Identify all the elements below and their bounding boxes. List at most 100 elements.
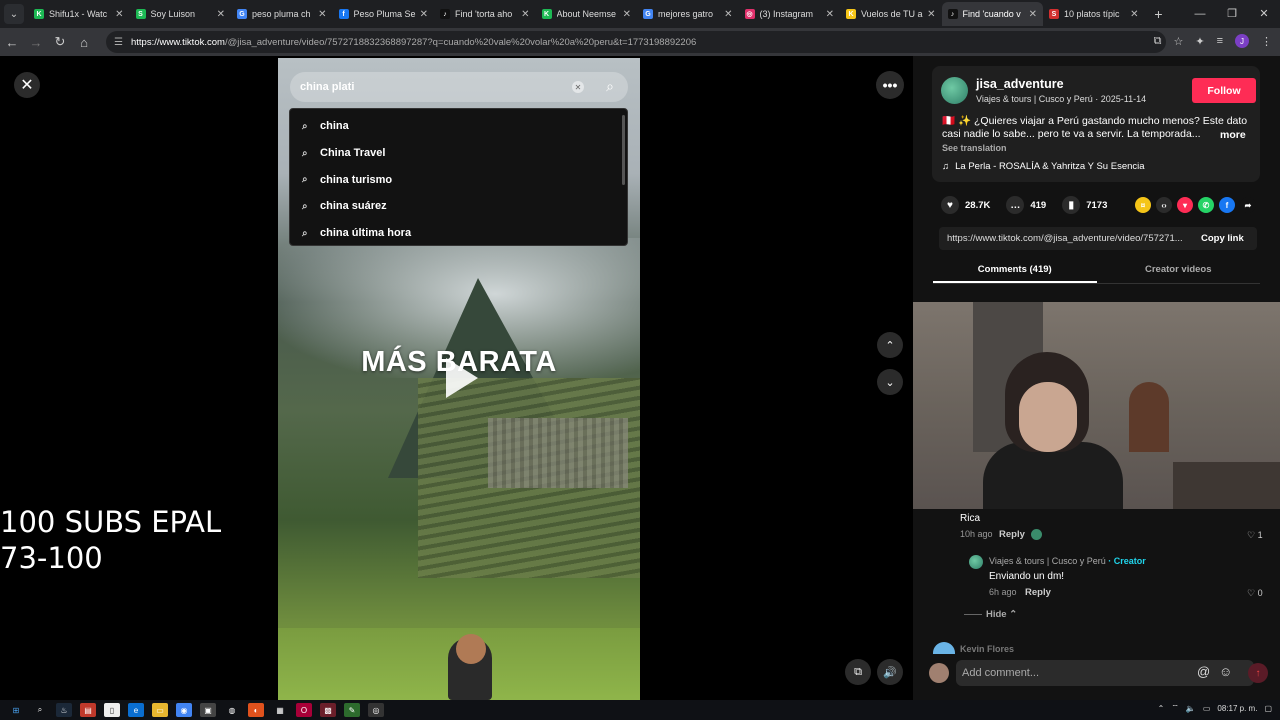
taskbar-app5-icon[interactable]: ◎ [368, 703, 384, 717]
emoji-icon[interactable]: ☺ [1219, 664, 1232, 679]
site-info-icon[interactable]: ☰ [114, 37, 123, 48]
search-suggestion[interactable]: ⌕ China Travel [290, 140, 627, 167]
reply-avatar[interactable] [969, 555, 983, 569]
taskbar-app3-icon[interactable]: ▩ [320, 703, 336, 717]
close-tab-icon[interactable]: ✕ [115, 9, 123, 20]
close-tab-icon[interactable]: ✕ [1029, 9, 1037, 20]
search-icon[interactable]: ⌕ [606, 78, 614, 95]
search-suggestion[interactable]: ⌕ china suárez [290, 193, 627, 220]
photos-icon[interactable]: ▣ [200, 703, 216, 717]
close-tab-icon[interactable]: ✕ [623, 9, 631, 20]
search-input[interactable] [300, 81, 570, 93]
taskbar-app4-icon[interactable]: ✎ [344, 703, 360, 717]
like-stat[interactable]: ♥ 28.7K [941, 196, 990, 214]
taskbar-app-icon[interactable]: ▤ [80, 703, 96, 717]
close-tab-icon[interactable]: ✕ [927, 9, 935, 20]
browser-tab[interactable]: S 10 platos típic ✕ [1043, 2, 1145, 26]
address-bar[interactable]: ☰ https://www.tiktok.com /@jisa_adventur… [106, 31, 1166, 53]
close-tab-icon[interactable]: ✕ [318, 9, 326, 20]
play-icon[interactable] [446, 358, 478, 398]
comment-like[interactable]: ♡ 1 [1247, 530, 1263, 541]
new-tab-button[interactable]: + [1149, 6, 1169, 22]
close-tab-icon[interactable]: ✕ [217, 9, 225, 20]
clock[interactable]: 08:17 p. m. [1217, 704, 1257, 713]
share-icon[interactable]: ➦ [1240, 197, 1256, 213]
taskbar-app2-icon[interactable]: ▦ [272, 703, 288, 717]
reply-like[interactable]: ♡ 0 [1247, 588, 1263, 599]
browser-menu-icon[interactable]: ⋮ [1261, 35, 1272, 48]
close-window-icon[interactable]: ✕ [1248, 0, 1280, 28]
browser-tab[interactable]: f Peso Pluma Se ✕ [333, 2, 435, 26]
browser-tab[interactable]: K Shifu1x - Watc ✕ [28, 2, 130, 26]
tray-chevron-icon[interactable]: ⌃ [1158, 704, 1165, 713]
browser-tab[interactable]: Gpeso pluma ch ✕ [231, 2, 333, 26]
music-link[interactable]: ♫ La Perla - ROSALÍA & Yahritza Y Su Esen… [942, 161, 1145, 172]
minimize-icon[interactable]: — [1184, 0, 1216, 28]
browser-tab[interactable]: ♪ Find 'cuando v ✕ [941, 2, 1043, 26]
mention-icon[interactable]: @ [1197, 664, 1210, 679]
next-commenter-name[interactable]: Kevin Flores [960, 644, 1014, 654]
close-video-button[interactable]: ✕ [14, 72, 40, 98]
clear-search-icon[interactable]: ✕ [572, 81, 584, 93]
browser-tab[interactable]: K About Neemse ✕ [536, 2, 638, 26]
close-tab-icon[interactable]: ✕ [826, 9, 834, 20]
steam-icon[interactable]: ♨ [56, 703, 72, 717]
volume-icon[interactable]: 🔊 [877, 659, 903, 685]
hide-replies-button[interactable]: Hide ⌃ [986, 609, 1017, 620]
send-icon[interactable]: ▾ [1177, 197, 1193, 213]
notifications-icon[interactable]: ▢ [1264, 704, 1272, 713]
reply-author[interactable]: Viajes & tours | Cusco y Perú · Creator [989, 556, 1146, 566]
profile-avatar[interactable]: J [1235, 34, 1249, 48]
facebook-icon[interactable]: f [1219, 197, 1235, 213]
home-icon[interactable]: ⌂ [72, 35, 96, 50]
author-avatar[interactable] [941, 77, 968, 104]
tab-search-button[interactable]: ⌄ [4, 4, 24, 24]
file-explorer-icon[interactable]: ▭ [152, 703, 168, 717]
browser-tab[interactable]: ◎ (3) Instagram ✕ [739, 2, 841, 26]
reading-list-icon[interactable]: ≡ [1217, 35, 1223, 47]
browser-tab[interactable]: Gmejores gatro ✕ [637, 2, 739, 26]
search-suggestion[interactable]: ⌕ china [290, 113, 627, 140]
suggestions-scrollbar[interactable] [622, 115, 625, 185]
author-handle[interactable]: jisa_adventure [976, 77, 1064, 91]
tab-comments[interactable]: Comments (419) [933, 256, 1097, 283]
restore-icon[interactable]: ❐ [1216, 0, 1248, 28]
start-icon[interactable]: ⊞ [8, 703, 24, 717]
network-icon[interactable]: ⌔ [1171, 703, 1179, 713]
video-link[interactable]: https://www.tiktok.com/@jisa_adventure/v… [939, 233, 1195, 244]
forward-icon[interactable]: → [24, 35, 48, 50]
bookmark-star-icon[interactable]: ☆ [1173, 35, 1183, 48]
coin-icon[interactable]: ¤ [1135, 197, 1151, 213]
chrome-icon[interactable]: ◉ [176, 703, 192, 717]
see-translation-link[interactable]: See translation [942, 143, 1007, 153]
reply-reply-button[interactable]: Reply [1025, 587, 1051, 598]
obs-icon[interactable]: ◍ [224, 703, 240, 717]
next-video-button[interactable]: ⌄ [877, 369, 903, 395]
search-box[interactable]: ✕ ⌕ [290, 72, 628, 102]
browser-tab[interactable]: K Vuelos de TU a ✕ [840, 2, 942, 26]
close-tab-icon[interactable]: ✕ [420, 9, 428, 20]
speaker-icon[interactable]: 🔈 [1186, 704, 1196, 713]
whatsapp-icon[interactable]: ✆ [1198, 197, 1214, 213]
opera-icon[interactable]: O [296, 703, 312, 717]
comment-reply-button[interactable]: Reply [999, 529, 1025, 540]
follow-button[interactable]: Follow [1192, 78, 1256, 103]
browser-tab[interactable]: ♪ Find 'torta aho ✕ [434, 2, 536, 26]
battery-icon[interactable]: ▭ [1203, 704, 1211, 713]
close-tab-icon[interactable]: ✕ [724, 9, 732, 20]
floating-player-icon[interactable]: ⧉ [845, 659, 871, 685]
close-tab-icon[interactable]: ✕ [1130, 9, 1138, 20]
previous-video-button[interactable]: ⌃ [877, 332, 903, 358]
close-tab-icon[interactable]: ✕ [521, 9, 529, 20]
tab-creator-videos[interactable]: Creator videos [1097, 256, 1261, 283]
embed-icon[interactable]: ‹› [1156, 197, 1172, 213]
post-comment-button[interactable]: ↑ [1248, 663, 1268, 683]
extensions-icon[interactable]: ✦ [1195, 35, 1204, 48]
browser-tab[interactable]: S Soy Luison ✕ [130, 2, 232, 26]
reload-icon[interactable]: ↻ [48, 34, 72, 50]
firefox-icon[interactable]: ◐ [248, 703, 264, 717]
more-options-button[interactable]: ••• [876, 71, 904, 99]
copy-link-button[interactable]: Copy link [1201, 233, 1244, 244]
video-player[interactable]: MÁS BARATA ✕ ⌕ ⌕china⌕China Travel⌕china… [278, 58, 640, 700]
save-stat[interactable]: ▮ 7173 [1062, 196, 1107, 214]
